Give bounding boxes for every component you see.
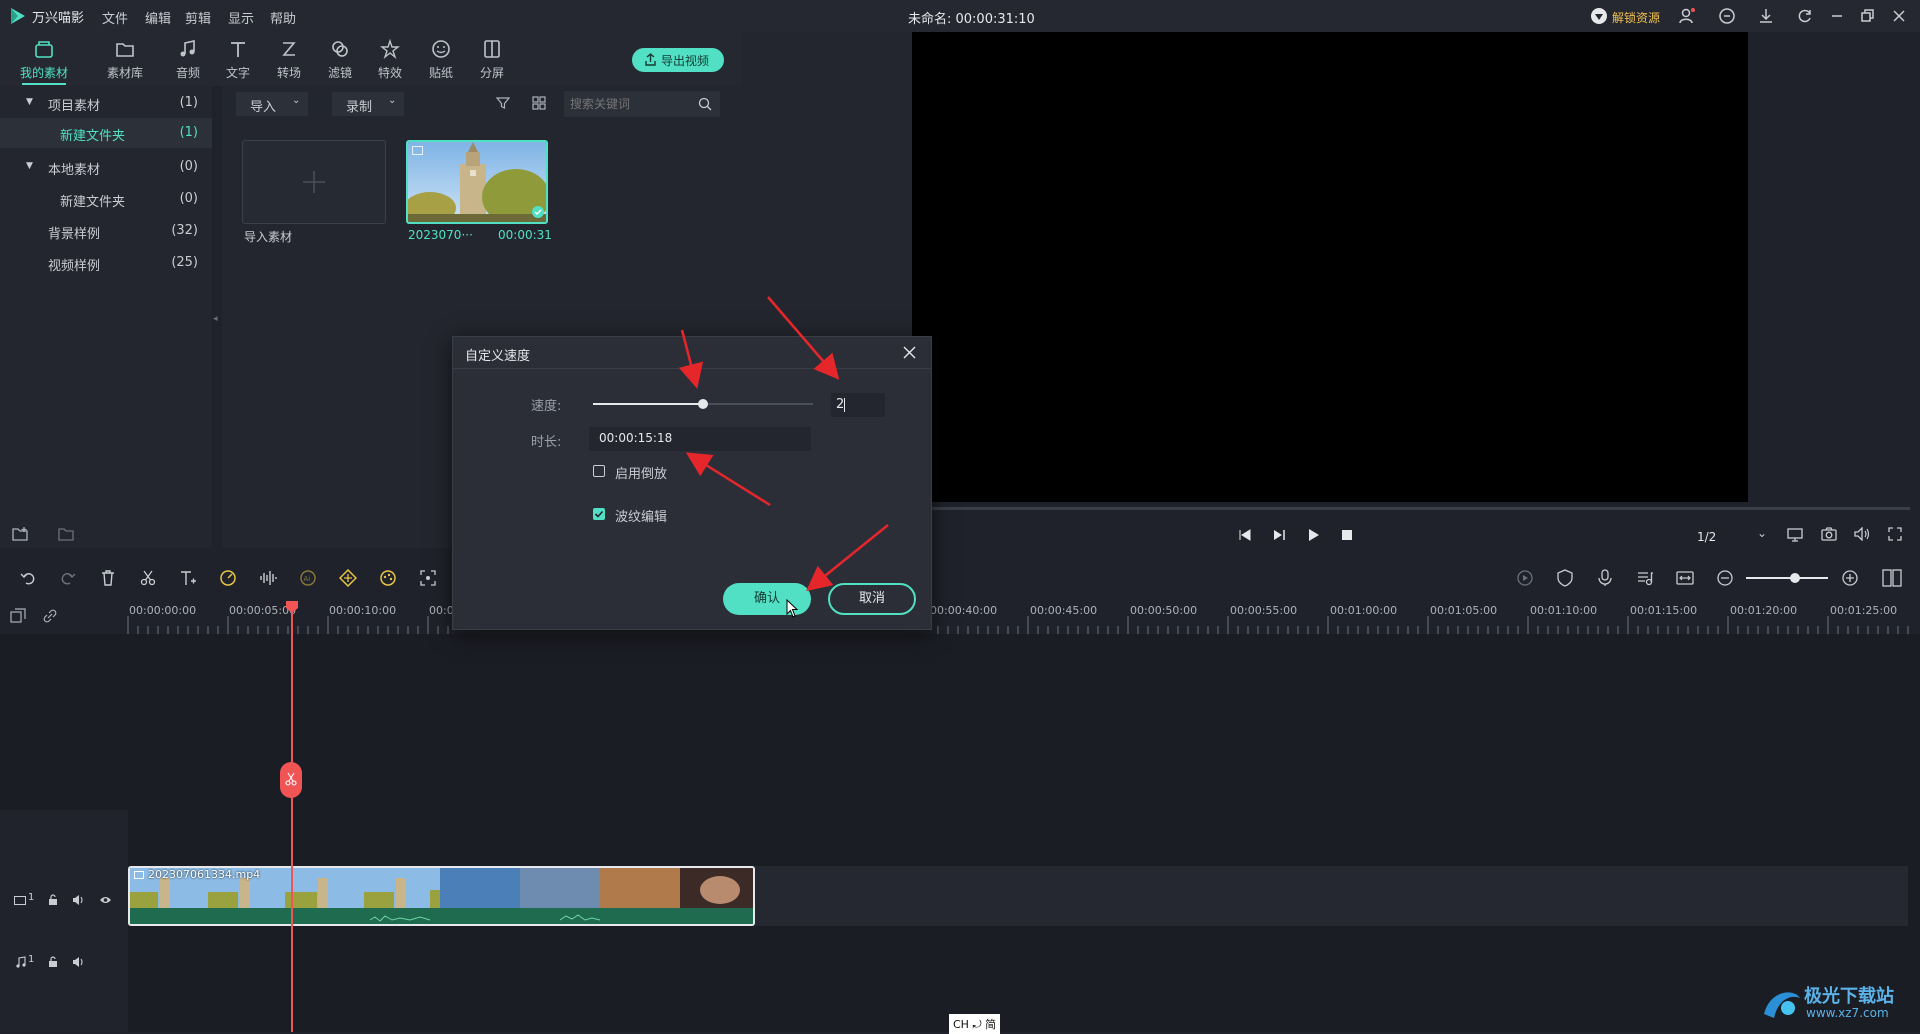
watermark-logo-icon — [1760, 984, 1804, 1024]
annotation-arrows — [678, 296, 889, 592]
watermark-url: www.xz7.com — [1806, 1006, 1889, 1020]
arrow-to-confirm — [806, 524, 889, 592]
arrow-to-speed-input — [767, 296, 840, 380]
watermark: 极光下载站 www.xz7.com — [1760, 980, 1920, 1032]
arrow-to-duration — [685, 452, 771, 507]
watermark-name: 极光下载站 — [1804, 986, 1894, 1007]
arrow-to-slider — [678, 329, 704, 389]
